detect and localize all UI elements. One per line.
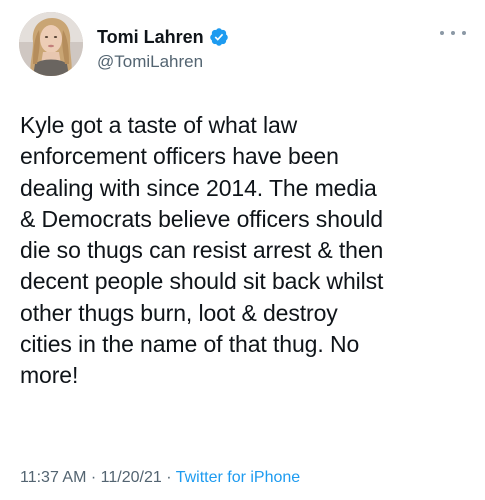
tweet-line: Kyle got a taste of what law [20, 112, 298, 138]
more-dot [451, 31, 455, 35]
more-dot [440, 31, 444, 35]
tweet-meta: 11:37 AM · 11/20/21 · Twitter for iPhone [20, 468, 300, 488]
tweet-card: Tomi Lahren @TomiLahren Kyle got a taste… [0, 0, 485, 500]
tweet-source-link[interactable]: Twitter for iPhone [176, 469, 301, 486]
tweet-line: & Democrats believe officers should [20, 205, 383, 232]
meta-separator: · [166, 469, 172, 486]
tweet-line: decent people should sit back whilst [20, 268, 384, 295]
avatar[interactable] [19, 12, 83, 76]
tweet-line: cities in the name of that thug. No [20, 331, 360, 358]
avatar-image [19, 12, 83, 76]
author-handle[interactable]: @TomiLahren [97, 52, 203, 72]
tweet-time[interactable]: 11:37 AM [20, 469, 86, 486]
tweet-date[interactable]: 11/20/21 [101, 469, 162, 486]
author-name-row[interactable]: Tomi Lahren [97, 25, 229, 49]
tweet-text: Kyle got a taste of what law enforcement… [20, 110, 475, 392]
meta-separator: · [90, 469, 97, 486]
author-display-name[interactable]: Tomi Lahren [97, 26, 204, 48]
tweet-line: dealing with since 2014. The media [20, 174, 377, 201]
tweet-line: die so thugs can resist arrest & then [20, 237, 384, 264]
tweet-line: enforcement officers have been [20, 143, 339, 170]
tweet-line: more! [20, 362, 79, 389]
tweet-line: other thugs burn, loot & destroy [20, 299, 338, 326]
more-options-icon[interactable] [440, 24, 466, 42]
more-dot [462, 31, 466, 35]
verified-badge-icon [209, 27, 229, 47]
